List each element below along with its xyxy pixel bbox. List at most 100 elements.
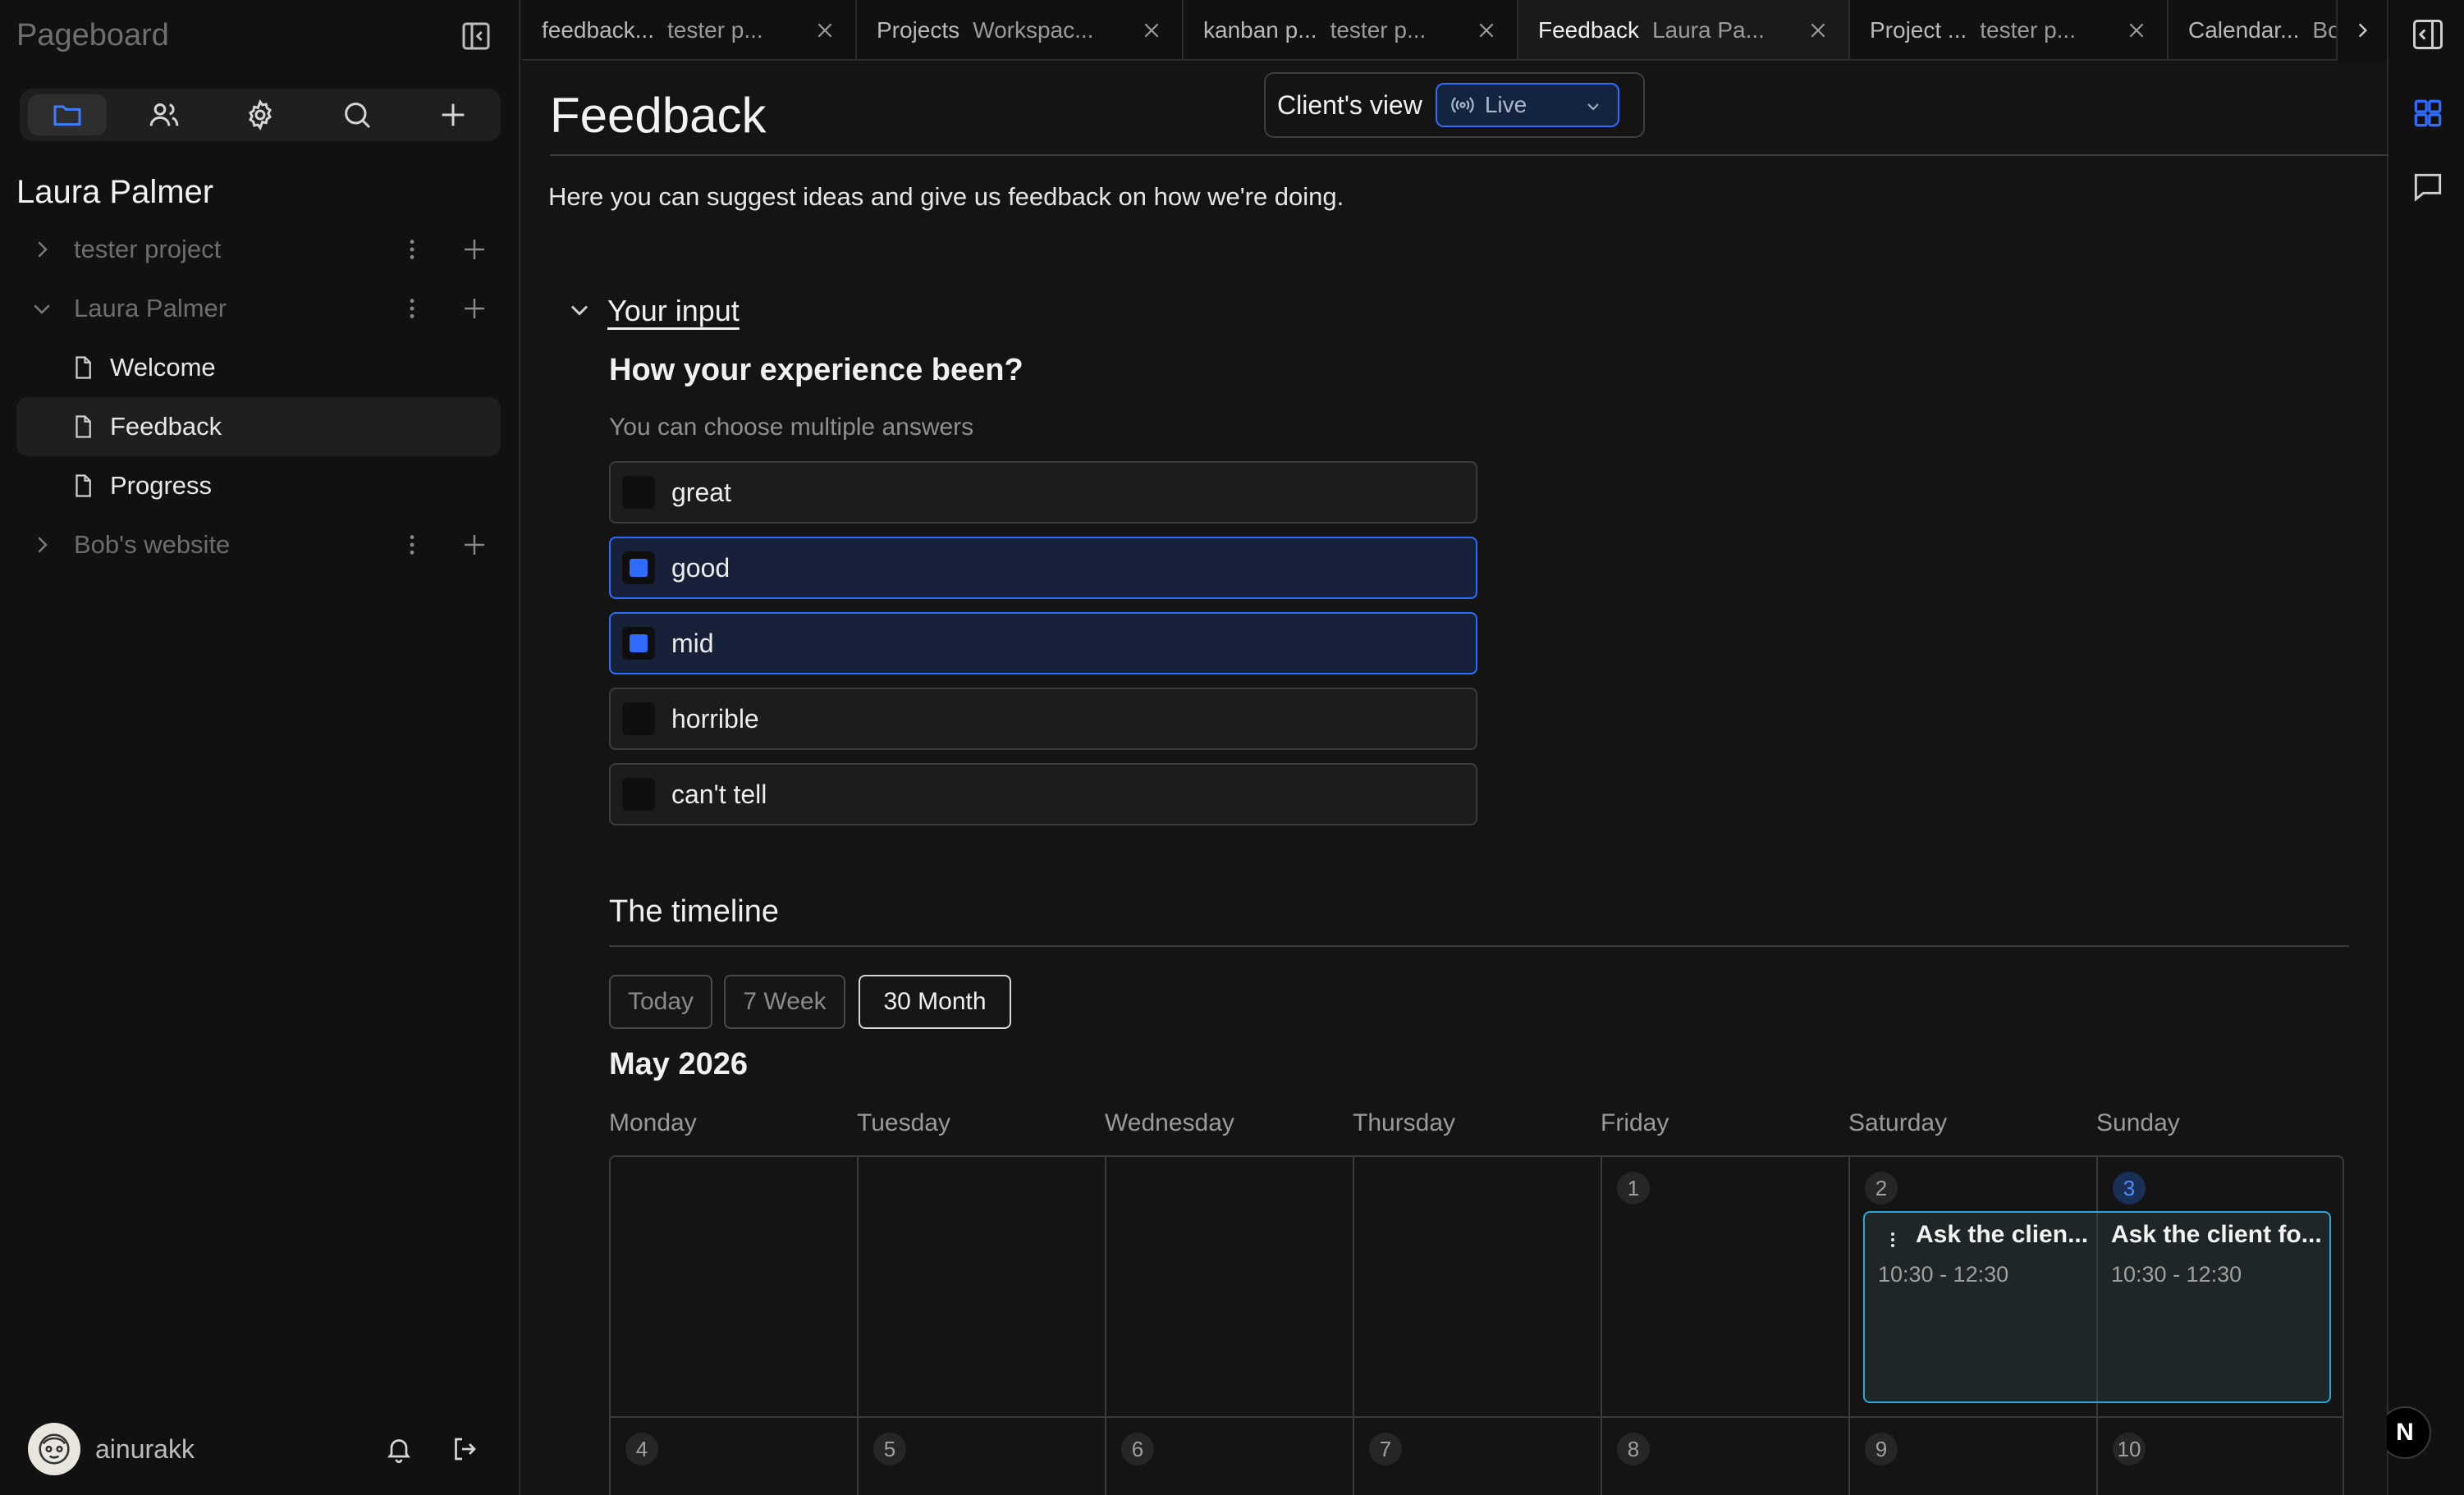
section-title[interactable]: Your input <box>607 294 740 328</box>
calendar-day-today[interactable]: 3 <box>2113 1172 2146 1205</box>
comment-icon[interactable] <box>2410 169 2446 205</box>
option-cant-tell[interactable]: can't tell <box>609 763 1477 825</box>
checkbox[interactable] <box>622 551 655 584</box>
users-icon[interactable] <box>125 94 204 135</box>
calendar-day[interactable]: 5 <box>873 1433 906 1465</box>
tab-kanban[interactable]: kanban p... tester p... <box>1184 0 1518 59</box>
gear-icon[interactable] <box>221 94 300 135</box>
option-good[interactable]: good <box>609 537 1477 599</box>
option-horrible[interactable]: horrible <box>609 688 1477 750</box>
bell-icon[interactable] <box>384 1434 414 1464</box>
tree-folder-bobs-website[interactable]: Bob's website <box>16 515 501 574</box>
more-vertical-icon[interactable] <box>399 532 425 558</box>
tab-title: Feedback <box>1538 17 1639 43</box>
view-today-button[interactable]: Today <box>609 975 712 1029</box>
more-vertical-icon[interactable] <box>1883 1228 1903 1252</box>
tree-page-label: Feedback <box>110 412 222 441</box>
avatar[interactable] <box>28 1423 80 1475</box>
client-view-mode: Live <box>1484 92 1527 117</box>
option-great[interactable]: great <box>609 461 1477 523</box>
more-vertical-icon[interactable] <box>399 236 425 263</box>
calendar-month: May 2026 <box>609 1047 749 1081</box>
weekday-label: Saturday <box>1848 1109 1948 1136</box>
calendar-day[interactable]: 1 <box>1617 1172 1650 1205</box>
calendar-day[interactable]: 8 <box>1617 1433 1650 1465</box>
weekday-label: Sunday <box>2096 1109 2180 1136</box>
plus-icon[interactable] <box>460 530 489 560</box>
divider <box>609 945 2349 947</box>
tab-projects[interactable]: Projects Workspac... <box>857 0 1184 59</box>
client-view-label: Client's view <box>1277 89 1422 120</box>
tab-subtitle: Workspac... <box>973 17 1094 43</box>
tab-feedback-active[interactable]: Feedback Laura Pa... <box>1518 0 1850 59</box>
option-label: mid <box>671 628 714 658</box>
chevron-down-icon <box>1583 96 1603 116</box>
weekday-label: Thursday <box>1353 1109 1456 1136</box>
chevron-down-icon[interactable] <box>30 296 59 321</box>
view-month-button[interactable]: 30 Month <box>859 975 1011 1029</box>
checkbox[interactable] <box>622 702 655 735</box>
calendar-grid: 1 2 3 Ask the clien... 10:30 - 12:30 Ask… <box>609 1155 2344 1495</box>
sidebar-collapse-icon[interactable] <box>460 20 492 53</box>
checkbox[interactable] <box>622 627 655 660</box>
tree-page-welcome[interactable]: Welcome <box>16 338 501 397</box>
tab-project[interactable]: Project ... tester p... <box>1850 0 2169 59</box>
chevron-right-icon[interactable] <box>30 533 59 557</box>
view-week-button[interactable]: 7 Week <box>724 975 845 1029</box>
tree-folder-laura-palmer[interactable]: Laura Palmer <box>16 279 501 338</box>
tabs-scroll-right-button[interactable] <box>2336 0 2387 61</box>
panel-collapse-icon[interactable] <box>2410 16 2446 53</box>
tab-subtitle: tester p... <box>666 17 763 43</box>
plus-icon[interactable] <box>460 294 489 323</box>
tab-calendar[interactable]: Calendar... Bo <box>2169 0 2341 59</box>
tree-page-label: Progress <box>110 471 213 500</box>
logout-icon[interactable] <box>450 1434 479 1464</box>
username: ainurakk <box>95 1433 195 1464</box>
checkbox[interactable] <box>622 476 655 509</box>
chevron-right-icon[interactable] <box>30 237 59 262</box>
calendar-day[interactable]: 10 <box>2113 1433 2146 1465</box>
option-label: can't tell <box>671 779 767 809</box>
question-subtitle: You can choose multiple answers <box>609 414 974 441</box>
document-icon <box>71 413 95 441</box>
calendar-day[interactable]: 9 <box>1865 1433 1898 1465</box>
folder-icon[interactable] <box>28 94 107 135</box>
grid-icon[interactable] <box>2410 95 2446 131</box>
more-vertical-icon[interactable] <box>399 295 425 322</box>
close-icon[interactable] <box>814 20 836 41</box>
close-icon[interactable] <box>1476 20 1497 41</box>
weekday-label: Monday <box>609 1109 697 1136</box>
chevron-down-icon[interactable] <box>565 295 594 325</box>
tree-page-feedback[interactable]: Feedback <box>16 397 501 456</box>
option-mid[interactable]: mid <box>609 612 1477 674</box>
tab-title: Projects <box>877 17 960 43</box>
tab-subtitle: Laura Pa... <box>1651 17 1765 43</box>
broadcast-icon <box>1450 93 1475 117</box>
tree-folder-tester-project[interactable]: tester project <box>16 220 501 279</box>
chevron-right-icon <box>2358 23 2368 38</box>
calendar-day[interactable]: 7 <box>1369 1433 1402 1465</box>
sidebar: Pageboard Laura Palmer tester project La… <box>0 0 520 1495</box>
close-icon[interactable] <box>2126 20 2147 41</box>
sidebar-nav <box>20 89 501 141</box>
checkbox[interactable] <box>622 778 655 811</box>
calendar-day[interactable]: 6 <box>1121 1433 1154 1465</box>
calendar-event[interactable]: Ask the clien... 10:30 - 12:30 Ask the c… <box>1863 1211 2331 1403</box>
plus-icon[interactable] <box>460 235 489 264</box>
tab-subtitle: tester p... <box>1980 17 2076 43</box>
client-view-control: Client's view Live <box>1264 72 1645 138</box>
tab-feedback-tester[interactable]: feedback... tester p... <box>522 0 857 59</box>
plus-icon[interactable] <box>414 94 492 135</box>
client-view-select[interactable]: Live <box>1435 83 1619 127</box>
page-intro: Here you can suggest ideas and give us f… <box>548 182 1344 211</box>
search-icon[interactable] <box>318 94 396 135</box>
tree-folder-label: tester project <box>74 235 222 263</box>
close-icon[interactable] <box>1807 20 1829 41</box>
weekday-label: Tuesday <box>857 1109 950 1136</box>
event-title: Ask the clien... <box>1916 1221 2089 1248</box>
close-icon[interactable] <box>1141 20 1162 41</box>
calendar-day[interactable]: 2 <box>1865 1172 1898 1205</box>
tree-page-progress[interactable]: Progress <box>16 456 501 515</box>
tree-page-label: Welcome <box>110 353 216 382</box>
calendar-day[interactable]: 4 <box>625 1433 658 1465</box>
